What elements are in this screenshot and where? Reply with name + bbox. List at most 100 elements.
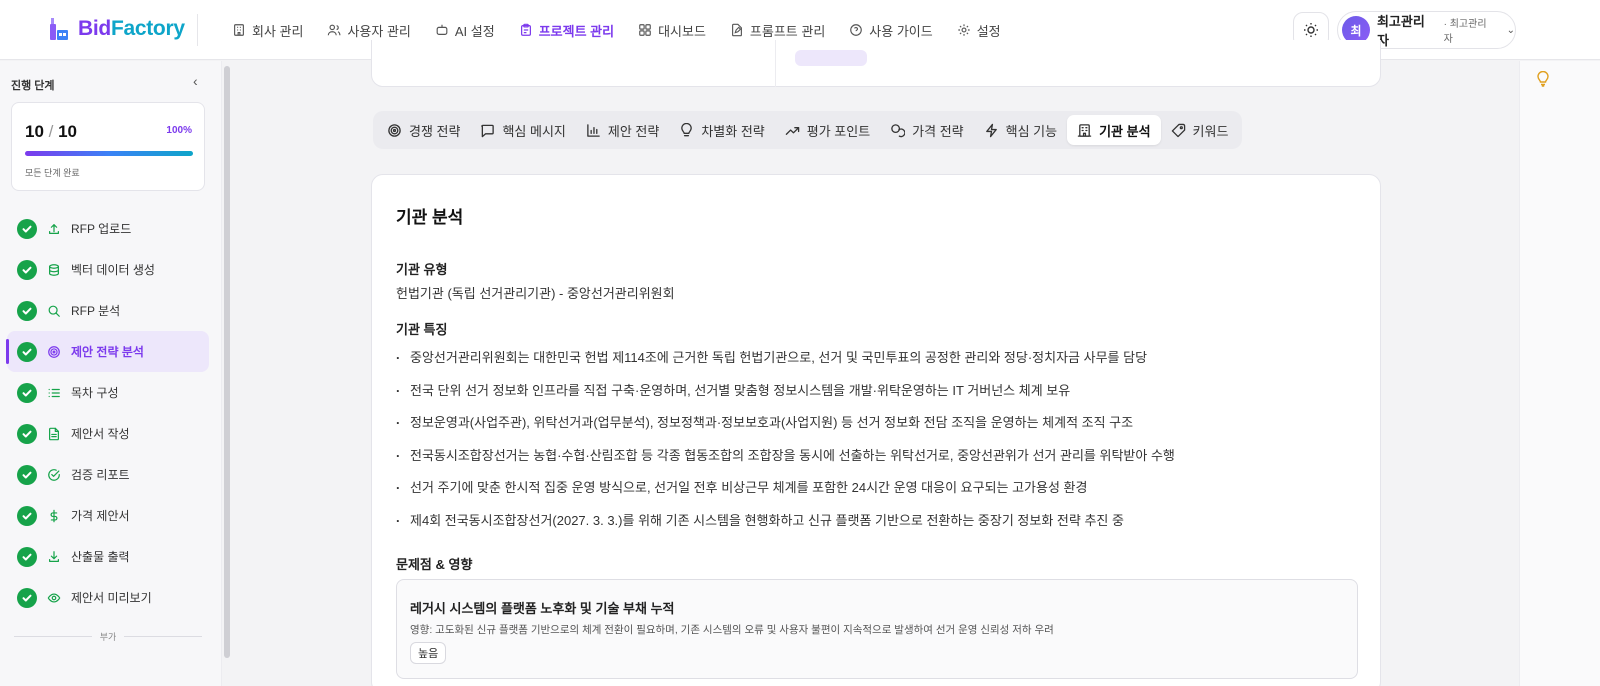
bullet-dot: . [396, 379, 400, 395]
tab-item[interactable]: 평가 포인트 [775, 115, 880, 145]
step-label: 제안서 미리보기 [71, 591, 152, 605]
step-item[interactable]: 검증 리포트 [7, 454, 209, 495]
nav-label: 대시보드 [658, 23, 706, 39]
check-icon [17, 341, 37, 362]
tab-item[interactable]: 차별화 전략 [669, 115, 774, 145]
page-title: 기관 분석 [396, 208, 464, 227]
chevron-down-icon: ⌄ [1506, 24, 1515, 36]
org-analysis-panel: 기관 분석 기관 유형 헌법기관 (독립 선거관리기관) - 중앙선거관리위원회… [371, 174, 1381, 686]
step-item[interactable]: 제안서 작성 [7, 413, 209, 454]
extra-section-divider: 부가 [14, 630, 202, 643]
step-label: 제안 전략 분석 [71, 345, 144, 359]
features-heading: 기관 특징 [396, 322, 448, 337]
factory-logo-icon [48, 16, 70, 42]
feature-item: . 선거 주기에 맞춘 한시적 집중 운영 방식으로, 선거일 전후 비상근무 체… [396, 477, 1356, 510]
check-icon [17, 218, 37, 239]
feature-text: 전국 단위 선거 정보화 인프라를 직접 구축·운영하며, 선거별 맞춤형 정보… [410, 382, 1071, 398]
nav-label: 사용자 관리 [347, 23, 411, 39]
nav-label: AI 설정 [454, 23, 495, 39]
gear-icon [958, 24, 970, 36]
lightbulb-icon [681, 122, 693, 136]
feature-item: . 중앙선거관리위원회는 대한민국 헌법 제114조에 근거한 독립 헌법기관으로… [396, 347, 1356, 380]
tab-label: 차별화 전략 [701, 123, 765, 139]
nav-company[interactable]: 회사 관리 [220, 0, 315, 60]
feature-item: . 전국 단위 선거 정보화 인프라를 직접 구축·운영하며, 선거별 맞춤형 정… [396, 380, 1356, 413]
check-icon [17, 505, 37, 526]
progress-percent: 100% [166, 125, 192, 136]
step-label: 검증 리포트 [71, 468, 130, 482]
trending-up-icon [785, 126, 799, 135]
building-icon [234, 24, 244, 36]
tab-label: 제안 전략 [607, 123, 660, 139]
step-label: 목차 구성 [71, 386, 119, 400]
divider [775, 40, 776, 87]
sidebar-scrollbar[interactable] [224, 66, 230, 658]
eye-icon [47, 592, 61, 603]
tab-label: 키워드 [1192, 123, 1229, 139]
issue-description: 영향: 고도화된 신규 플랫폼 기반으로의 체계 전환이 필요하며, 기존 시스… [410, 624, 1054, 636]
tab-item[interactable]: 가격 전략 [880, 115, 973, 145]
sidebar-title: 진행 단계 [11, 80, 55, 92]
feature-text: 제4회 전국동시조합장선거(2027. 3. 3.)를 위해 기존 시스템을 현… [410, 512, 1124, 528]
feature-item: . 정보운영과(사업주관), 위탁선거과(업무분석), 정보정책과·정보보호과(사… [396, 412, 1356, 445]
step-item[interactable]: 벡터 데이터 생성 [7, 249, 209, 290]
issue-title: 레거시 시스템의 플랫폼 노후화 및 기술 부채 누적 [410, 601, 675, 616]
tab-item[interactable]: 핵심 기능 [974, 115, 1067, 145]
progress-bar [25, 151, 193, 156]
tab-item[interactable]: 키워드 [1161, 115, 1239, 145]
tab-label: 핵심 기능 [1005, 123, 1058, 139]
tab-item[interactable]: 경쟁 전략 [377, 115, 470, 145]
progress-label: 모든 단계 완료 [25, 168, 80, 178]
step-item[interactable]: 가격 제안서 [7, 495, 209, 536]
tab-item[interactable]: 제안 전략 [576, 115, 669, 145]
issues-heading: 문제점 & 영향 [396, 557, 473, 572]
feature-text: 전국동시조합장선거는 농협·수협·산림조합 등 각종 협동조합의 조합장을 동시… [410, 447, 1175, 463]
check-icon [17, 382, 37, 403]
download-icon [49, 550, 59, 562]
step-label: 벡터 데이터 생성 [71, 263, 155, 277]
previous-section-card [371, 40, 1381, 87]
tab-label: 기관 분석 [1099, 123, 1151, 139]
tag-icon [1171, 123, 1185, 137]
check-icon [17, 587, 37, 608]
collapse-chevron-icon[interactable]: ‹ [193, 73, 198, 89]
feature-text: 선거 주기에 맞춘 한시적 집중 운영 방식으로, 선거일 전후 비상근무 체계… [410, 480, 1088, 496]
step-item[interactable]: 산출물 출력 [7, 536, 209, 577]
step-item[interactable]: RFP 분석 [7, 290, 209, 331]
nav-label: 회사 관리 [252, 23, 304, 39]
brand-name: BidFactory [78, 17, 185, 40]
bullet-dot: . [396, 509, 400, 525]
nav-label: 프롬프트 관리 [749, 23, 826, 39]
sun-icon [1304, 23, 1318, 37]
tab-label: 경쟁 전략 [409, 123, 461, 139]
step-item[interactable]: 제안 전략 분석 [6, 331, 209, 372]
tab-item[interactable]: 핵심 메시지 [470, 115, 575, 145]
extra-label: 부가 [99, 632, 117, 642]
progress-card: 10 / 10 100% 모든 단계 완료 [11, 102, 205, 191]
step-item[interactable]: 제안서 미리보기 [7, 577, 209, 618]
lightbulb-icon[interactable] [1536, 70, 1550, 92]
user-name: 최고관리자 [1376, 14, 1425, 48]
check-icon [17, 464, 37, 485]
feature-text: 정보운영과(사업주관), 위탁선거과(업무분석), 정보정책과·정보보호과(사업… [410, 415, 1134, 431]
progress-count: 10 / 10 [25, 122, 78, 141]
clipboard-icon [520, 23, 531, 36]
tab-item[interactable]: 기관 분석 [1067, 115, 1161, 145]
user-role: · 최고관리자 [1443, 19, 1487, 45]
grid-icon [639, 24, 651, 36]
bullet-dot: . [396, 412, 400, 428]
feature-item: . 전국동시조합장선거는 농협·수협·산림조합 등 각종 협동조합의 조합장을 동… [396, 445, 1356, 478]
strategy-tabs: 경쟁 전략 핵심 메시지 제안 전략 차별화 전략 평가 포인트 가격 전략 핵심 기능 기관… [373, 111, 1243, 149]
institution-icon [1077, 123, 1092, 137]
step-item[interactable]: 목차 구성 [7, 372, 209, 413]
check-icon [17, 300, 37, 321]
org-type-value: 헌법기관 (독립 선거관리기관) - 중앙선거관리위원회 [396, 286, 675, 301]
target-icon [388, 123, 401, 137]
step-label: RFP 분석 [71, 304, 121, 318]
step-item[interactable]: RFP 업로드 [7, 208, 209, 249]
brand-logo[interactable]: BidFactory [48, 16, 185, 42]
step-label: 산출물 출력 [71, 550, 130, 564]
feature-text: 중앙선거관리위원회는 대한민국 헌법 제114조에 근거한 독립 헌법기관으로,… [410, 350, 1148, 365]
org-type-heading: 기관 유형 [396, 262, 448, 277]
right-rail [1519, 61, 1600, 686]
